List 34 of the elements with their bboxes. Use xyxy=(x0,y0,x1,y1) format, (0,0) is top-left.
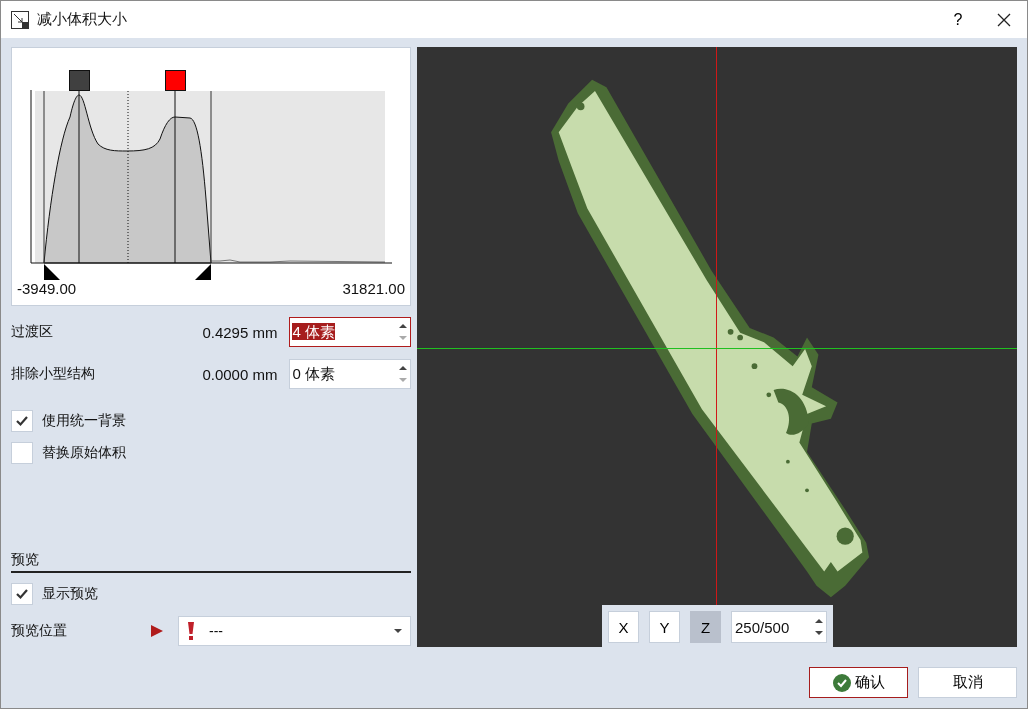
range-min-label: -3949.00 xyxy=(17,280,77,297)
mm-reading: 0.4295 mm xyxy=(201,323,278,341)
axis-button[interactable]: Y xyxy=(649,611,680,643)
field-label: 过渡区 xyxy=(11,323,54,341)
checkbox-label: 使用统一背景 xyxy=(42,412,126,430)
voxel-spin-field[interactable]: 4 体素 xyxy=(289,317,411,347)
checkbox-label: 显示预览 xyxy=(42,585,98,603)
close-icon[interactable] xyxy=(997,12,1011,27)
location-dropdown[interactable]: --- xyxy=(178,616,411,646)
background-marker-handle[interactable] xyxy=(69,70,90,91)
window-title: 减小体积大小 xyxy=(37,10,128,29)
voxel-spin-field[interactable]: 0 体素 xyxy=(289,359,411,389)
checkbox-label: 替换原始体积 xyxy=(42,444,126,462)
checkbox[interactable] xyxy=(11,410,33,432)
range-max-label: 31821.00 xyxy=(342,280,405,297)
mm-reading: 0.0000 mm xyxy=(201,365,278,383)
cancel-button[interactable]: 取消 xyxy=(918,667,1017,698)
slice-spin-field[interactable]: 250/500 xyxy=(731,611,827,643)
dropdown-caret-icon xyxy=(394,629,402,633)
section-heading: 预览 xyxy=(11,551,411,573)
help-button[interactable]: ? xyxy=(935,1,981,38)
check-circle-icon xyxy=(832,673,851,692)
field-label: 排除小型结构 xyxy=(11,365,96,383)
confirm-button[interactable]: 确认 xyxy=(809,667,908,698)
checkmark-icon xyxy=(15,587,29,601)
checkbox[interactable] xyxy=(11,583,33,605)
play-icon xyxy=(151,625,163,637)
checkbox[interactable] xyxy=(11,442,33,464)
checkmark-icon xyxy=(15,414,29,428)
axis-button[interactable]: X xyxy=(608,611,639,643)
resize-icon xyxy=(11,10,29,29)
axis-button[interactable]: Z xyxy=(690,611,721,643)
material-marker-handle[interactable] xyxy=(165,70,186,91)
field-label: 预览位置 xyxy=(11,622,68,640)
